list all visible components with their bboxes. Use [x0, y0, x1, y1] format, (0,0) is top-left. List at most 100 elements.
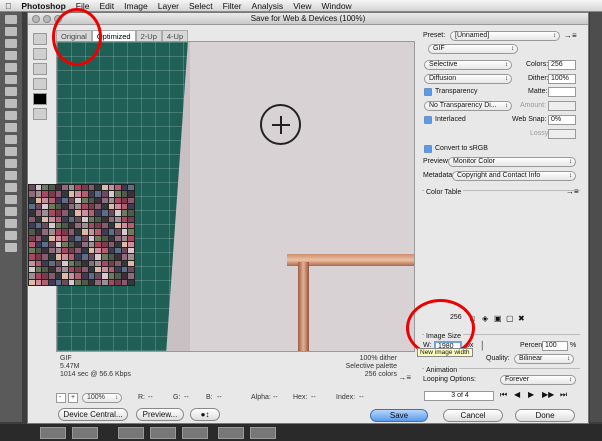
color-swatch[interactable]: [68, 235, 75, 241]
dock-thumbnail[interactable]: [150, 427, 176, 439]
color-swatch[interactable]: [108, 254, 115, 260]
zoom-level-select[interactable]: 100%: [82, 393, 122, 403]
color-swatch[interactable]: [108, 235, 115, 241]
color-swatch[interactable]: [101, 222, 108, 229]
color-swatch[interactable]: [75, 191, 81, 197]
color-swatch[interactable]: [29, 235, 35, 241]
color-swatch[interactable]: [82, 279, 88, 285]
color-swatch[interactable]: [35, 229, 42, 235]
color-swatch[interactable]: [29, 273, 35, 279]
delete-color-icon[interactable]: ✖: [518, 314, 525, 323]
color-swatch[interactable]: [42, 222, 48, 229]
color-swatch[interactable]: [29, 216, 35, 222]
color-swatch[interactable]: [108, 248, 115, 254]
color-swatch[interactable]: [101, 191, 108, 197]
menu-filter[interactable]: Filter: [218, 1, 247, 11]
color-swatch[interactable]: [128, 222, 134, 229]
color-swatch[interactable]: [128, 260, 134, 267]
color-swatch[interactable]: [95, 197, 101, 203]
dock-thumbnail[interactable]: [118, 427, 144, 439]
color-swatch[interactable]: [29, 279, 35, 285]
tab-2-up[interactable]: 2-Up: [135, 30, 162, 41]
color-swatch[interactable]: [48, 241, 55, 248]
color-swatch[interactable]: [115, 273, 121, 279]
eyedropper-color-swatch[interactable]: [33, 93, 47, 105]
color-swatch[interactable]: [68, 241, 75, 248]
color-table-grid[interactable]: [28, 184, 135, 286]
color-swatch[interactable]: [115, 241, 121, 248]
color-swatch[interactable]: [108, 222, 115, 229]
color-swatch[interactable]: [121, 254, 128, 260]
color-swatch[interactable]: [75, 222, 81, 229]
pen-tool-icon[interactable]: [5, 183, 17, 192]
next-frame-icon[interactable]: ▶▶: [542, 390, 554, 399]
color-swatch[interactable]: [42, 191, 48, 197]
color-swatch[interactable]: [101, 273, 108, 279]
color-swatch[interactable]: [75, 248, 81, 254]
color-swatch[interactable]: [48, 279, 55, 285]
color-swatch[interactable]: [35, 248, 42, 254]
color-swatch[interactable]: [128, 241, 134, 248]
color-swatch[interactable]: [95, 260, 101, 267]
color-swatch[interactable]: [95, 229, 101, 235]
color-swatch[interactable]: [128, 235, 134, 241]
colors-field[interactable]: 256: [548, 60, 576, 70]
color-swatch[interactable]: [82, 229, 88, 235]
dock-thumbnail[interactable]: [182, 427, 208, 439]
color-swatch[interactable]: [75, 241, 81, 248]
color-swatch[interactable]: [75, 216, 81, 222]
color-swatch[interactable]: [42, 210, 48, 216]
color-swatch[interactable]: [68, 267, 75, 273]
color-swatch[interactable]: [35, 241, 42, 248]
color-swatch[interactable]: [82, 216, 88, 222]
color-swatch[interactable]: [68, 216, 75, 222]
color-swatch[interactable]: [121, 222, 128, 229]
color-swatch[interactable]: [128, 210, 134, 216]
color-swatch[interactable]: [82, 191, 88, 197]
color-swatch[interactable]: [62, 197, 68, 203]
healing-tool-icon[interactable]: [5, 87, 17, 96]
color-swatch[interactable]: [95, 267, 101, 273]
color-swatch[interactable]: [55, 267, 62, 273]
color-swatch[interactable]: [48, 248, 55, 254]
stamp-tool-icon[interactable]: [5, 111, 17, 120]
color-swatch[interactable]: [48, 254, 55, 260]
color-swatch[interactable]: [48, 222, 55, 229]
play-icon[interactable]: ▶: [528, 390, 534, 399]
color-swatch[interactable]: [101, 235, 108, 241]
color-swatch[interactable]: [48, 210, 55, 216]
menu-select[interactable]: Select: [184, 1, 218, 11]
color-swatch[interactable]: [101, 203, 108, 210]
color-swatch[interactable]: [62, 248, 68, 254]
color-swatch[interactable]: [95, 216, 101, 222]
color-swatch[interactable]: [121, 203, 128, 210]
color-swatch[interactable]: [29, 191, 35, 197]
last-frame-icon[interactable]: ⏭: [560, 390, 567, 400]
color-swatch[interactable]: [121, 210, 128, 216]
color-swatch[interactable]: [115, 210, 121, 216]
menu-analysis[interactable]: Analysis: [247, 1, 289, 11]
info-menu-icon[interactable]: →≡: [398, 373, 411, 382]
color-swatch[interactable]: [101, 279, 108, 285]
color-swatch[interactable]: [82, 248, 88, 254]
color-swatch[interactable]: [88, 203, 95, 210]
color-swatch[interactable]: [55, 229, 62, 235]
color-swatch[interactable]: [55, 235, 62, 241]
dock-thumbnail[interactable]: [218, 427, 244, 439]
color-swatch[interactable]: [75, 260, 81, 267]
color-swatch[interactable]: [128, 197, 134, 203]
color-swatch[interactable]: [29, 210, 35, 216]
metadata-select[interactable]: Copyright and Contact Info: [452, 171, 576, 181]
color-swatch[interactable]: [101, 229, 108, 235]
color-swatch[interactable]: [75, 267, 81, 273]
color-swatch[interactable]: [55, 254, 62, 260]
color-swatch[interactable]: [55, 260, 62, 267]
color-swatch[interactable]: [115, 222, 121, 229]
color-swatch[interactable]: [82, 222, 88, 229]
color-swatch[interactable]: [48, 273, 55, 279]
color-swatch[interactable]: [42, 229, 48, 235]
new-color-icon[interactable]: ▢: [506, 314, 514, 323]
color-swatch[interactable]: [115, 254, 121, 260]
color-swatch[interactable]: [115, 267, 121, 273]
dock-thumbnail[interactable]: [72, 427, 98, 439]
